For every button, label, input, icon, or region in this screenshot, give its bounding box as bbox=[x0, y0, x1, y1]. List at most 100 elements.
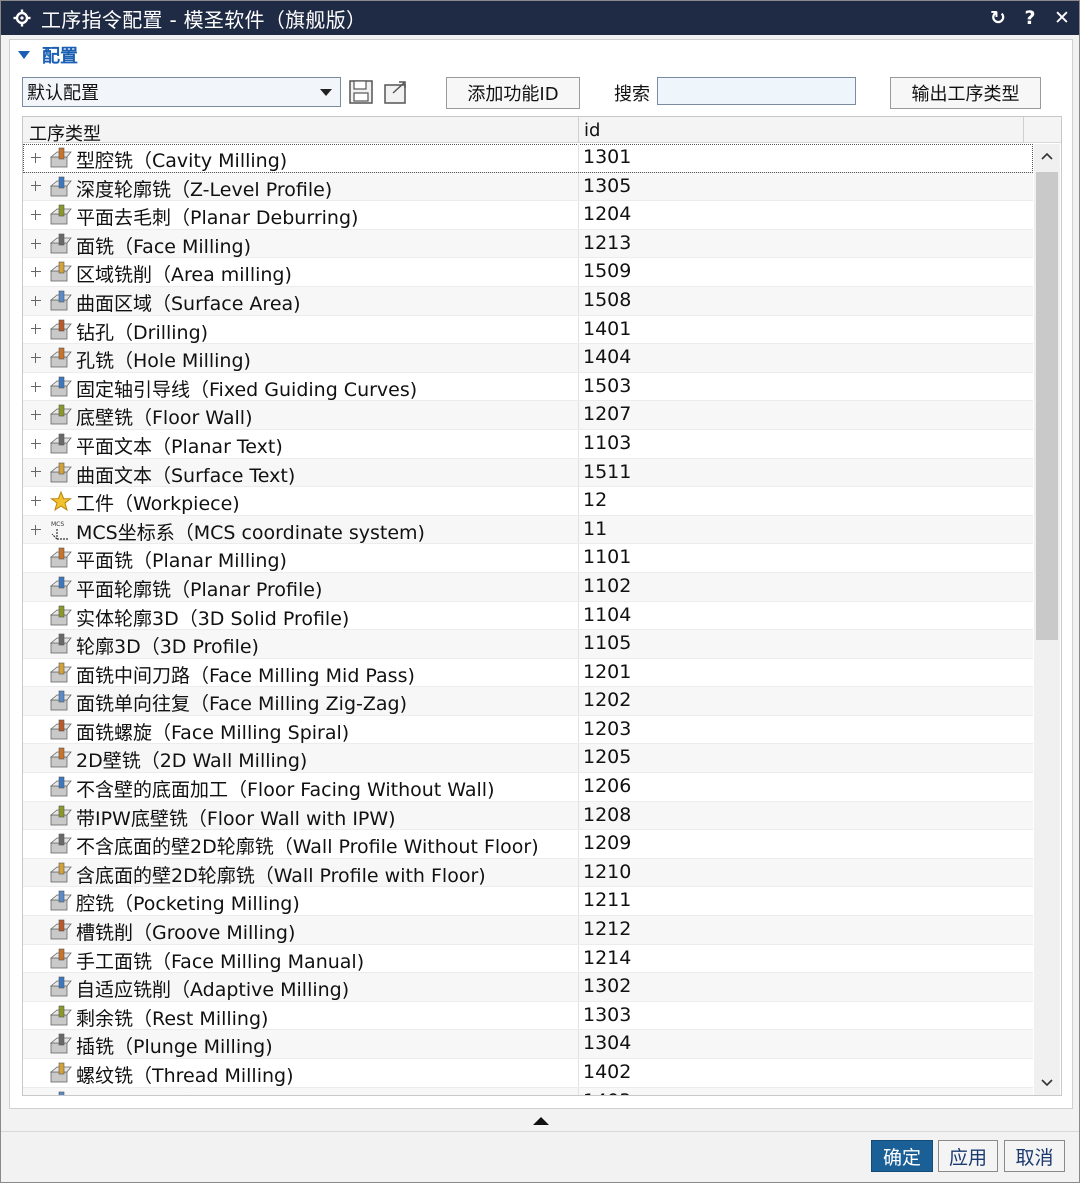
table-row[interactable]: 深度轮廓铣（Z-Level Profile) 1305 bbox=[23, 172, 1033, 202]
vertical-scrollbar[interactable] bbox=[1034, 144, 1060, 1095]
table-row[interactable]: 面铣（Face Milling) 1213 bbox=[23, 229, 1033, 259]
table-row[interactable]: 底壁铣（Floor Wall) 1207 bbox=[23, 401, 1033, 430]
config-select-value: 默认配置 bbox=[27, 83, 99, 104]
config-select[interactable]: 默认配置 bbox=[22, 77, 341, 107]
svg-text:MCS: MCS bbox=[51, 521, 64, 528]
scrollbar-thumb[interactable] bbox=[1036, 172, 1058, 640]
table-row[interactable]: 腔铣（Pocketing Milling) 1211 bbox=[23, 887, 1033, 917]
table-row[interactable]: MCS MCS坐标系（MCS coordinate system) 11 bbox=[23, 515, 1033, 545]
table-row[interactable]: 平面文本（Planar Text) 1103 bbox=[23, 429, 1033, 459]
row-operation-name: 带IPW底壁铣（Floor Wall with IPW) bbox=[76, 807, 396, 830]
row-operation-name: 2D壁铣（2D Wall Milling) bbox=[76, 750, 308, 773]
table-row[interactable]: 插铣（Plunge Milling) 1304 bbox=[23, 1030, 1033, 1059]
expand-plus-icon[interactable] bbox=[31, 495, 41, 506]
table-row[interactable]: 不含壁的底面加工（Floor Facing Without Wall) 1206 bbox=[23, 773, 1033, 802]
table-row[interactable]: 剩余铣（Rest Milling) 1303 bbox=[23, 1001, 1033, 1031]
table-row[interactable]: 区域铣削（Area milling) 1509 bbox=[23, 258, 1033, 287]
export-operation-types-button[interactable]: 输出工序类型 bbox=[890, 77, 1041, 109]
table-row[interactable]: 实体轮廓3D（3D Solid Profile) 1104 bbox=[23, 601, 1033, 631]
expand-plus-icon[interactable] bbox=[31, 467, 41, 478]
workpiece-star-icon bbox=[50, 490, 72, 512]
table-row[interactable]: 槽铣削（Groove Milling) 1212 bbox=[23, 916, 1033, 945]
table-row[interactable]: 孔铣（Hole Milling) 1404 bbox=[23, 344, 1033, 373]
row-operation-name: 底壁铣（Floor Wall) bbox=[76, 407, 253, 430]
help-icon[interactable]: ? bbox=[1021, 7, 1039, 29]
table-row[interactable]: 凸台螺纹铣（Boss Thread Milling) 1403 bbox=[23, 1087, 1033, 1095]
table-row[interactable]: 手工面铣（Face Milling Manual) 1214 bbox=[23, 944, 1033, 974]
row-id: 1401 bbox=[583, 317, 632, 340]
row-operation-name: 面铣中间刀路（Face Milling Mid Pass) bbox=[76, 664, 415, 687]
scroll-down-icon[interactable] bbox=[1034, 1071, 1060, 1095]
expand-plus-icon[interactable] bbox=[31, 324, 41, 335]
table-row[interactable]: 固定轴引导线（Fixed Guiding Curves) 1503 bbox=[23, 372, 1033, 402]
cancel-button[interactable]: 取消 bbox=[1004, 1140, 1065, 1172]
expand-plus-icon[interactable] bbox=[31, 152, 41, 163]
row-id: 1207 bbox=[583, 403, 632, 426]
config-section-header[interactable]: 配置 bbox=[18, 42, 78, 68]
expand-plus-icon[interactable] bbox=[31, 209, 41, 220]
table-row[interactable]: 平面轮廓铣（Planar Profile) 1102 bbox=[23, 572, 1033, 602]
reset-icon[interactable]: ↻ bbox=[989, 7, 1007, 29]
row-operation-name: 自适应铣削（Adaptive Milling) bbox=[76, 979, 350, 1002]
expand-plus-icon[interactable] bbox=[31, 181, 41, 192]
column-header-id[interactable]: id bbox=[584, 120, 600, 141]
expand-plus-icon[interactable] bbox=[31, 267, 41, 278]
collapse-triangle-icon bbox=[18, 51, 30, 59]
table-row[interactable]: 面铣单向往复（Face Milling Zig-Zag) 1202 bbox=[23, 687, 1033, 716]
table-row[interactable]: 面铣螺旋（Face Milling Spiral) 1203 bbox=[23, 715, 1033, 745]
row-id: 1204 bbox=[583, 203, 632, 226]
table-row[interactable]: 钻孔（Drilling) 1401 bbox=[23, 315, 1033, 345]
expand-plus-icon[interactable] bbox=[31, 352, 41, 363]
apply-button[interactable]: 应用 bbox=[938, 1140, 998, 1172]
table-row[interactable]: 曲面文本（Surface Text) 1511 bbox=[23, 458, 1033, 488]
row-operation-name: 轮廓3D（3D Profile) bbox=[76, 636, 259, 659]
search-input[interactable] bbox=[657, 77, 856, 105]
table-row[interactable]: 不含底面的壁2D轮廓铣（Wall Profile Without Floor) 1… bbox=[23, 830, 1033, 859]
expand-plus-icon[interactable] bbox=[31, 410, 41, 421]
column-header-type[interactable]: 工序类型 bbox=[29, 120, 101, 146]
table-row[interactable]: 轮廓3D（3D Profile) 1105 bbox=[23, 630, 1033, 659]
table-row[interactable]: 面铣中间刀路（Face Milling Mid Pass) 1201 bbox=[23, 658, 1033, 688]
table-row[interactable]: 曲面区域（Surface Area) 1508 bbox=[23, 286, 1033, 316]
spiral-icon bbox=[49, 719, 72, 740]
row-operation-name: 平面铣（Planar Milling) bbox=[76, 550, 287, 573]
table-row[interactable]: 平面去毛刺（Planar Deburring) 1204 bbox=[23, 201, 1033, 230]
table-row[interactable]: 含底面的壁2D轮廓铣（Wall Profile with Floor) 1210 bbox=[23, 858, 1033, 888]
scroll-up-icon[interactable] bbox=[1034, 144, 1060, 168]
row-id: 1206 bbox=[583, 775, 632, 798]
row-id: 1403 bbox=[583, 1090, 631, 1095]
close-icon[interactable]: ✕ bbox=[1053, 7, 1071, 29]
operation-table: 工序类型 id 型腔铣（Cavity Milling) 1301 深度轮廓铣（Z-L… bbox=[22, 116, 1062, 1096]
table-row[interactable]: 工件（Workpiece) 12 bbox=[23, 487, 1033, 516]
expand-plus-icon[interactable] bbox=[31, 524, 41, 535]
table-row[interactable]: 自适应铣削（Adaptive Milling) 1302 bbox=[23, 973, 1033, 1002]
expand-plus-icon[interactable] bbox=[31, 238, 41, 249]
search-label: 搜索 bbox=[614, 84, 650, 105]
expand-plus-icon[interactable] bbox=[31, 381, 41, 392]
save-icon bbox=[349, 80, 373, 104]
table-row[interactable]: 2D壁铣（2D Wall Milling) 1205 bbox=[23, 744, 1033, 774]
add-function-id-button[interactable]: 添加功能ID bbox=[446, 77, 580, 109]
floor-wall-icon bbox=[49, 405, 72, 425]
row-operation-name: 凸台螺纹铣（Boss Thread Milling) bbox=[76, 1090, 382, 1095]
row-id: 1305 bbox=[583, 174, 632, 197]
row-id: 1213 bbox=[583, 231, 632, 254]
row-operation-name: MCS坐标系（MCS coordinate system) bbox=[76, 521, 425, 544]
table-row[interactable]: 平面铣（Planar Milling) 1101 bbox=[23, 544, 1033, 573]
planar-milling-icon bbox=[49, 548, 72, 568]
row-operation-name: 曲面文本（Surface Text) bbox=[76, 464, 296, 487]
table-row[interactable]: 螺纹铣（Thread Milling) 1402 bbox=[23, 1059, 1033, 1088]
guiding-curves-icon bbox=[49, 376, 72, 397]
row-operation-name: 工件（Workpiece) bbox=[76, 493, 240, 516]
groove-icon bbox=[49, 919, 72, 940]
save-config-button[interactable] bbox=[347, 78, 375, 106]
export-config-button[interactable] bbox=[382, 78, 410, 106]
collapse-up-icon[interactable] bbox=[533, 1117, 549, 1125]
pocketing-icon bbox=[49, 891, 72, 911]
table-row[interactable]: 带IPW底壁铣（Floor Wall with IPW) 1208 bbox=[23, 801, 1033, 831]
expand-plus-icon[interactable] bbox=[31, 438, 41, 449]
zlevel-profile-icon bbox=[49, 176, 72, 196]
table-row[interactable]: 型腔铣（Cavity Milling) 1301 bbox=[23, 144, 1033, 173]
ok-button[interactable]: 确定 bbox=[871, 1140, 933, 1172]
expand-plus-icon[interactable] bbox=[31, 295, 41, 306]
